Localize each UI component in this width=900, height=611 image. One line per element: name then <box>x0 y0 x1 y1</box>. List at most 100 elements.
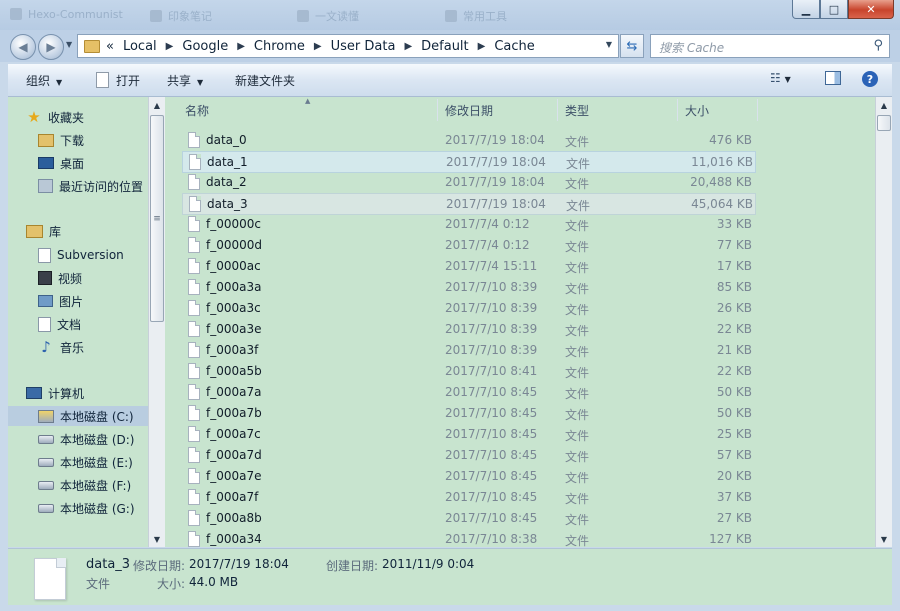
detail-created-value: 2011/11/9 0:04 <box>382 557 475 571</box>
file-row[interactable]: f_000a3a 2017/7/10 8:39 文件 85 KB <box>182 277 754 297</box>
file-row[interactable]: data_1 2017/7/19 18:04 文件 11,016 KB <box>182 151 756 173</box>
breadcrumb-separator-icon[interactable]: ▶ <box>478 41 486 52</box>
file-row[interactable]: f_000a3c 2017/7/10 8:39 文件 26 KB <box>182 298 754 318</box>
recent-pages-dropdown[interactable]: ▼ <box>66 40 72 49</box>
column-header-size[interactable]: 大小 <box>685 97 709 123</box>
sidebar-computer[interactable]: 计算机 <box>26 383 84 403</box>
scroll-up-icon[interactable]: ▲ <box>149 97 165 113</box>
file-name: f_00000d <box>206 238 263 252</box>
column-divider[interactable] <box>677 99 678 121</box>
file-row[interactable]: f_000a7c 2017/7/10 8:45 文件 25 KB <box>182 424 754 444</box>
file-row[interactable]: f_000a3f 2017/7/10 8:39 文件 21 KB <box>182 340 754 360</box>
file-row[interactable]: f_000a34 2017/7/10 8:38 文件 127 KB <box>182 529 754 547</box>
close-button[interactable]: ✕ <box>848 0 894 19</box>
file-row[interactable]: f_000a3e 2017/7/10 8:39 文件 22 KB <box>182 319 754 339</box>
breadcrumb-separator-icon[interactable]: ▶ <box>237 41 245 52</box>
file-row[interactable]: f_000a8b 2017/7/10 8:45 文件 27 KB <box>182 508 754 528</box>
detail-modified-label: 修改日期: <box>133 559 186 573</box>
breadcrumb-separator-icon[interactable]: ▶ <box>314 41 322 52</box>
file-row[interactable]: f_000a7a 2017/7/10 8:45 文件 50 KB <box>182 382 754 402</box>
file-list-scroll-thumb[interactable] <box>877 115 891 131</box>
sidebar-item-desktop[interactable]: 桌面 <box>38 153 84 173</box>
organize-button[interactable]: 组织 ▼ <box>26 72 62 89</box>
scroll-up-icon[interactable]: ▲ <box>876 97 892 113</box>
file-row[interactable]: f_000a7f 2017/7/10 8:45 文件 37 KB <box>182 487 754 507</box>
file-modified-date: 2017/7/10 8:45 <box>445 385 538 399</box>
file-row[interactable]: f_0000ac 2017/7/4 15:11 文件 17 KB <box>182 256 754 276</box>
column-header-date[interactable]: 修改日期 <box>445 97 493 123</box>
help-button[interactable]: ? <box>862 71 878 87</box>
sidebar-scrollbar[interactable]: ▲ ≡ ▼ <box>148 97 165 547</box>
column-divider[interactable] <box>557 99 558 121</box>
breadcrumb-local[interactable]: Local <box>123 39 157 54</box>
column-header-type[interactable]: 类型 <box>565 97 589 123</box>
breadcrumb-chrome[interactable]: Chrome <box>254 39 305 54</box>
detail-size-label: 大小: <box>157 577 186 591</box>
sidebar-item-videos[interactable]: 视频 <box>38 268 82 288</box>
maximize-button[interactable]: □ <box>820 0 848 19</box>
music-icon: ♪ <box>41 338 51 356</box>
file-preview-icon <box>34 558 66 600</box>
sidebar-item-music[interactable]: ♪ 音乐 <box>38 337 84 357</box>
sidebar-item-documents[interactable]: 文档 <box>38 314 81 334</box>
file-row[interactable]: f_00000d 2017/7/4 0:12 文件 77 KB <box>182 235 754 255</box>
breadcrumb-separator-icon[interactable]: ▶ <box>166 41 174 52</box>
refresh-button[interactable]: ⇆ <box>620 34 644 58</box>
file-type: 文件 <box>565 366 590 380</box>
file-row[interactable]: f_000a7d 2017/7/10 8:45 文件 57 KB <box>182 445 754 465</box>
sidebar-item-subversion[interactable]: Subversion <box>38 245 124 265</box>
column-header-name[interactable]: 名称 <box>185 97 209 123</box>
new-folder-button[interactable]: 新建文件夹 <box>235 72 295 89</box>
column-divider[interactable] <box>437 99 438 121</box>
file-row[interactable]: data_0 2017/7/19 18:04 文件 476 KB <box>182 130 754 150</box>
search-input[interactable]: 搜索 Cache ⚲ <box>650 34 890 58</box>
sidebar-scroll-thumb[interactable]: ≡ <box>150 115 164 322</box>
breadcrumb-google[interactable]: Google <box>182 39 228 54</box>
file-row[interactable]: data_3 2017/7/19 18:04 文件 45,064 KB <box>182 193 756 215</box>
column-divider[interactable] <box>757 99 758 121</box>
share-button[interactable]: 共享 ▼ <box>167 72 203 89</box>
file-modified-date: 2017/7/10 8:45 <box>445 427 538 441</box>
address-bar[interactable]: « Local ▶ Google ▶ Chrome ▶ User Data ▶ Defa… <box>77 34 619 58</box>
file-row[interactable]: f_00000c 2017/7/4 0:12 文件 33 KB <box>182 214 754 234</box>
scroll-down-icon[interactable]: ▼ <box>876 531 892 547</box>
change-view-button[interactable]: ☷ ▼ <box>770 71 791 85</box>
file-modified-date: 2017/7/19 18:04 <box>445 133 545 147</box>
detail-modified-value: 2017/7/19 18:04 <box>189 557 289 571</box>
preview-pane-button[interactable] <box>825 71 841 85</box>
tab-icon <box>150 10 162 22</box>
file-row[interactable]: data_2 2017/7/19 18:04 文件 20,488 KB <box>182 172 754 192</box>
minimize-button[interactable]: ▁ <box>792 0 820 19</box>
sidebar-item-pictures[interactable]: 图片 <box>38 291 83 311</box>
open-button[interactable]: 打开 <box>96 72 140 89</box>
breadcrumb-default[interactable]: Default <box>421 39 469 54</box>
sidebar-item-drive-c[interactable]: 本地磁盘 (C:) <box>8 406 148 426</box>
sidebar-item-drive-f[interactable]: 本地磁盘 (F:) <box>38 475 131 495</box>
sidebar-item-recent-places[interactable]: 最近访问的位置 <box>38 176 143 196</box>
breadcrumb-overflow[interactable]: « <box>106 39 114 54</box>
file-type: 文件 <box>565 303 590 317</box>
file-name: f_000a7f <box>206 490 259 504</box>
scroll-down-icon[interactable]: ▼ <box>149 531 165 547</box>
sidebar-item-drive-e[interactable]: 本地磁盘 (E:) <box>38 452 133 472</box>
sidebar-item-downloads[interactable]: 下载 <box>38 130 84 150</box>
forward-button[interactable]: ▶ <box>38 34 64 60</box>
sidebar-item-drive-g[interactable]: 本地磁盘 (G:) <box>38 498 135 518</box>
file-row[interactable]: f_000a5b 2017/7/10 8:41 文件 22 KB <box>182 361 754 381</box>
sidebar-favorites[interactable]: ★ 收藏夹 <box>26 107 84 127</box>
breadcrumb-user-data[interactable]: User Data <box>331 39 396 54</box>
address-dropdown-icon[interactable]: ▼ <box>606 40 612 49</box>
file-row[interactable]: f_000a7e 2017/7/10 8:45 文件 20 KB <box>182 466 754 486</box>
sidebar-item-drive-d[interactable]: 本地磁盘 (D:) <box>38 429 134 449</box>
file-row[interactable]: f_000a7b 2017/7/10 8:45 文件 50 KB <box>182 403 754 423</box>
sidebar-libraries[interactable]: 库 <box>26 221 61 241</box>
breadcrumb-separator-icon[interactable]: ▶ <box>404 41 412 52</box>
search-icon[interactable]: ⚲ <box>873 38 883 53</box>
computer-icon <box>26 387 42 399</box>
file-icon <box>188 531 200 547</box>
file-size: 20,488 KB <box>690 175 752 189</box>
breadcrumb-cache[interactable]: Cache <box>494 39 534 54</box>
file-icon <box>188 510 200 526</box>
file-list-scrollbar[interactable]: ▲ ▼ <box>875 97 892 547</box>
back-button[interactable]: ◀ <box>10 34 36 60</box>
